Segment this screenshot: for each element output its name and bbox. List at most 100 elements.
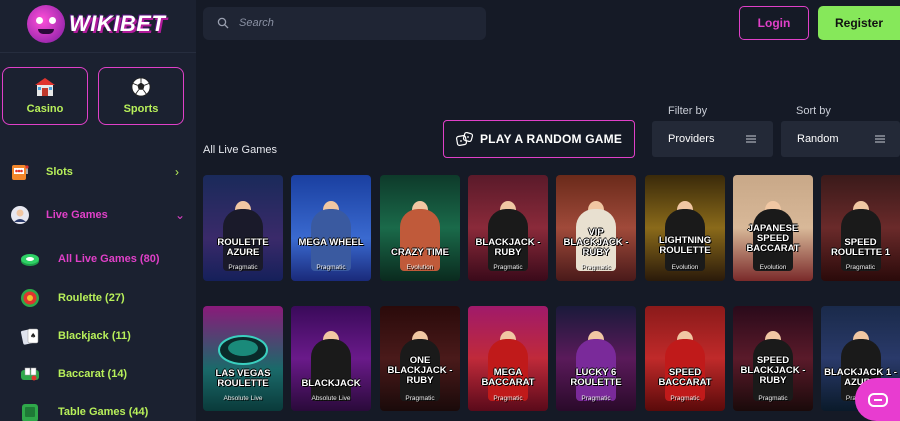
play-random-game-label: PLAY A RANDOM GAME: [479, 132, 623, 146]
game-title: MEGA WHEEL: [298, 237, 364, 248]
mascot-icon: [27, 5, 65, 43]
casino-label: Casino: [26, 103, 64, 115]
sidebar-subitem-label: Blackjack (11): [58, 330, 131, 342]
game-title: SPEED BACCARAT: [658, 367, 712, 388]
casino-button[interactable]: Casino: [2, 67, 88, 125]
sidebar-item-slots[interactable]: Slots ›: [0, 157, 196, 187]
game-tile-speed-blackjack-ruby[interactable]: SPEED BLACKJACK - RUBY Pragmatic: [733, 306, 813, 411]
sidebar-subitem-roulette[interactable]: Roulette (27): [0, 283, 196, 313]
sidebar-subitem-label: Roulette (27): [58, 292, 125, 304]
game-tile-blackjack[interactable]: BLACKJACK Absolute Live: [291, 306, 371, 411]
game-title: LUCKY 6 ROULETTE: [570, 367, 622, 388]
sidebar-subitem-label: All Live Games (80): [58, 253, 160, 265]
game-tile-vip-blackjack-ruby[interactable]: VIP BLACKJACK - RUBY Pragmatic: [556, 175, 636, 281]
game-provider: Absolute Live: [223, 395, 263, 402]
table-games-icon: [22, 404, 38, 421]
game-provider: Evolution: [759, 264, 787, 271]
menu-lines-icon: [875, 135, 885, 143]
live-dealer-icon: [10, 205, 30, 225]
game-provider: Evolution: [406, 264, 434, 271]
game-title: SPEED ROULETTE 1: [830, 237, 891, 258]
game-title: BLACKJACK: [301, 378, 361, 389]
sidebar-subitem-table-games[interactable]: Table Games (44): [0, 397, 196, 421]
sort-label: Sort by: [796, 105, 831, 117]
casino-building-icon: [35, 78, 55, 96]
sidebar-subitem-label: Baccarat (14): [58, 368, 128, 380]
live-chat-button[interactable]: [855, 378, 900, 421]
svg-text:♠: ♠: [30, 332, 36, 340]
filter-value: Providers: [668, 133, 715, 145]
search-placeholder: Search: [239, 17, 274, 29]
sports-label: Sports: [123, 103, 159, 115]
soccer-ball-icon: [131, 77, 151, 97]
menu-lines-icon: [746, 135, 756, 143]
game-title: VIP BLACKJACK - RUBY: [563, 227, 629, 258]
sort-select[interactable]: Random: [781, 121, 900, 157]
game-tile-speed-baccarat[interactable]: SPEED BACCARAT Pragmatic: [645, 306, 725, 411]
game-tile-japanese-speed-baccarat[interactable]: JAPANESE SPEED BACCARAT Evolution: [733, 175, 813, 281]
blackjack-cards-icon: ♠: [20, 328, 39, 345]
game-provider: Pragmatic: [228, 264, 258, 271]
brand-logo[interactable]: WIKIBET: [27, 4, 167, 44]
game-provider: Pragmatic: [670, 395, 700, 402]
filter-select[interactable]: Providers: [652, 121, 773, 157]
slot-machine-icon: [10, 162, 30, 182]
game-provider: Pragmatic: [316, 264, 346, 271]
sports-button[interactable]: Sports: [98, 67, 184, 125]
game-provider: Pragmatic: [581, 395, 611, 402]
game-provider: Pragmatic: [758, 395, 788, 402]
game-provider: Pragmatic: [581, 264, 611, 271]
app-root: WIKIBET Casino Sports Slots › Live Games…: [0, 0, 900, 421]
search-input[interactable]: Search: [203, 7, 486, 40]
game-title: LAS VEGAS ROULETTE: [215, 368, 271, 389]
game-title: JAPANESE SPEED BACCARAT: [746, 223, 800, 254]
game-tile-blackjack-ruby[interactable]: BLACKJACK - RUBY Pragmatic: [468, 175, 548, 281]
register-button[interactable]: Register: [818, 6, 900, 40]
section-title: All Live Games: [203, 144, 277, 156]
sidebar-item-label: Slots: [46, 166, 73, 178]
game-tile-one-blackjack-ruby[interactable]: ONE BLACKJACK - RUBY Pragmatic: [380, 306, 460, 411]
sort-value: Random: [797, 133, 839, 145]
filter-label: Filter by: [668, 105, 708, 117]
game-title: ROULETTE AZURE: [217, 237, 269, 258]
sidebar: WIKIBET Casino Sports Slots › Live Games…: [0, 0, 196, 421]
sidebar-subitem-blackjack[interactable]: ♠ Blackjack (11): [0, 321, 196, 351]
sidebar-item-label: Live Games: [46, 209, 108, 221]
game-title: ONE BLACKJACK - RUBY: [387, 355, 453, 386]
chevron-down-icon: ⌄: [175, 208, 186, 222]
game-provider: Pragmatic: [845, 264, 876, 271]
dealer-figure: [400, 209, 440, 271]
sidebar-subitem-all-live-games[interactable]: All Live Games (80): [0, 244, 196, 274]
game-title: CRAZY TIME: [391, 247, 449, 258]
game-title: MEGA BACCARAT: [481, 367, 535, 388]
dice-icon: [455, 131, 474, 146]
sidebar-divider: [0, 52, 196, 53]
game-tile-crazy-time[interactable]: CRAZY TIME Evolution: [380, 175, 460, 281]
baccarat-icon: [21, 367, 39, 381]
game-provider: Evolution: [671, 264, 699, 271]
roulette-icon: [21, 289, 39, 307]
play-random-game-button[interactable]: PLAY A RANDOM GAME: [443, 120, 635, 158]
game-title: SPEED BLACKJACK - RUBY: [740, 355, 806, 386]
game-tile-mega-baccarat[interactable]: MEGA BACCARAT Pragmatic: [468, 306, 548, 411]
game-provider: Pragmatic: [493, 395, 523, 402]
chat-icon: [867, 392, 888, 407]
login-button[interactable]: Login: [739, 6, 809, 40]
game-tile-lightning-roulette[interactable]: LIGHTNING ROULETTE Evolution: [645, 175, 725, 281]
brand-name: WIKIBET: [69, 11, 166, 36]
roulette-wheel-icon: [218, 335, 268, 365]
game-tile-mega-wheel[interactable]: MEGA WHEEL Pragmatic: [291, 175, 371, 281]
game-provider: Pragmatic: [405, 395, 435, 402]
dealer-figure: [311, 339, 351, 401]
game-tile-las-vegas-roulette[interactable]: LAS VEGAS ROULETTE Absolute Live: [203, 306, 283, 411]
game-tile-speed-roulette-1[interactable]: SPEED ROULETTE 1 Pragmatic: [821, 175, 900, 281]
game-tile-roulette-azure[interactable]: ROULETTE AZURE Pragmatic: [203, 175, 283, 281]
sidebar-item-live-games[interactable]: Live Games ⌄: [0, 200, 196, 230]
game-title: LIGHTNING ROULETTE: [658, 235, 712, 256]
game-provider: Absolute Live: [311, 395, 351, 402]
search-icon: [217, 17, 229, 29]
game-tile-lucky-6-roulette[interactable]: LUCKY 6 ROULETTE Pragmatic: [556, 306, 636, 411]
sidebar-subitem-baccarat[interactable]: Baccarat (14): [0, 359, 196, 389]
game-title: BLACKJACK - RUBY: [475, 237, 541, 258]
chevron-right-icon: ›: [175, 165, 179, 179]
